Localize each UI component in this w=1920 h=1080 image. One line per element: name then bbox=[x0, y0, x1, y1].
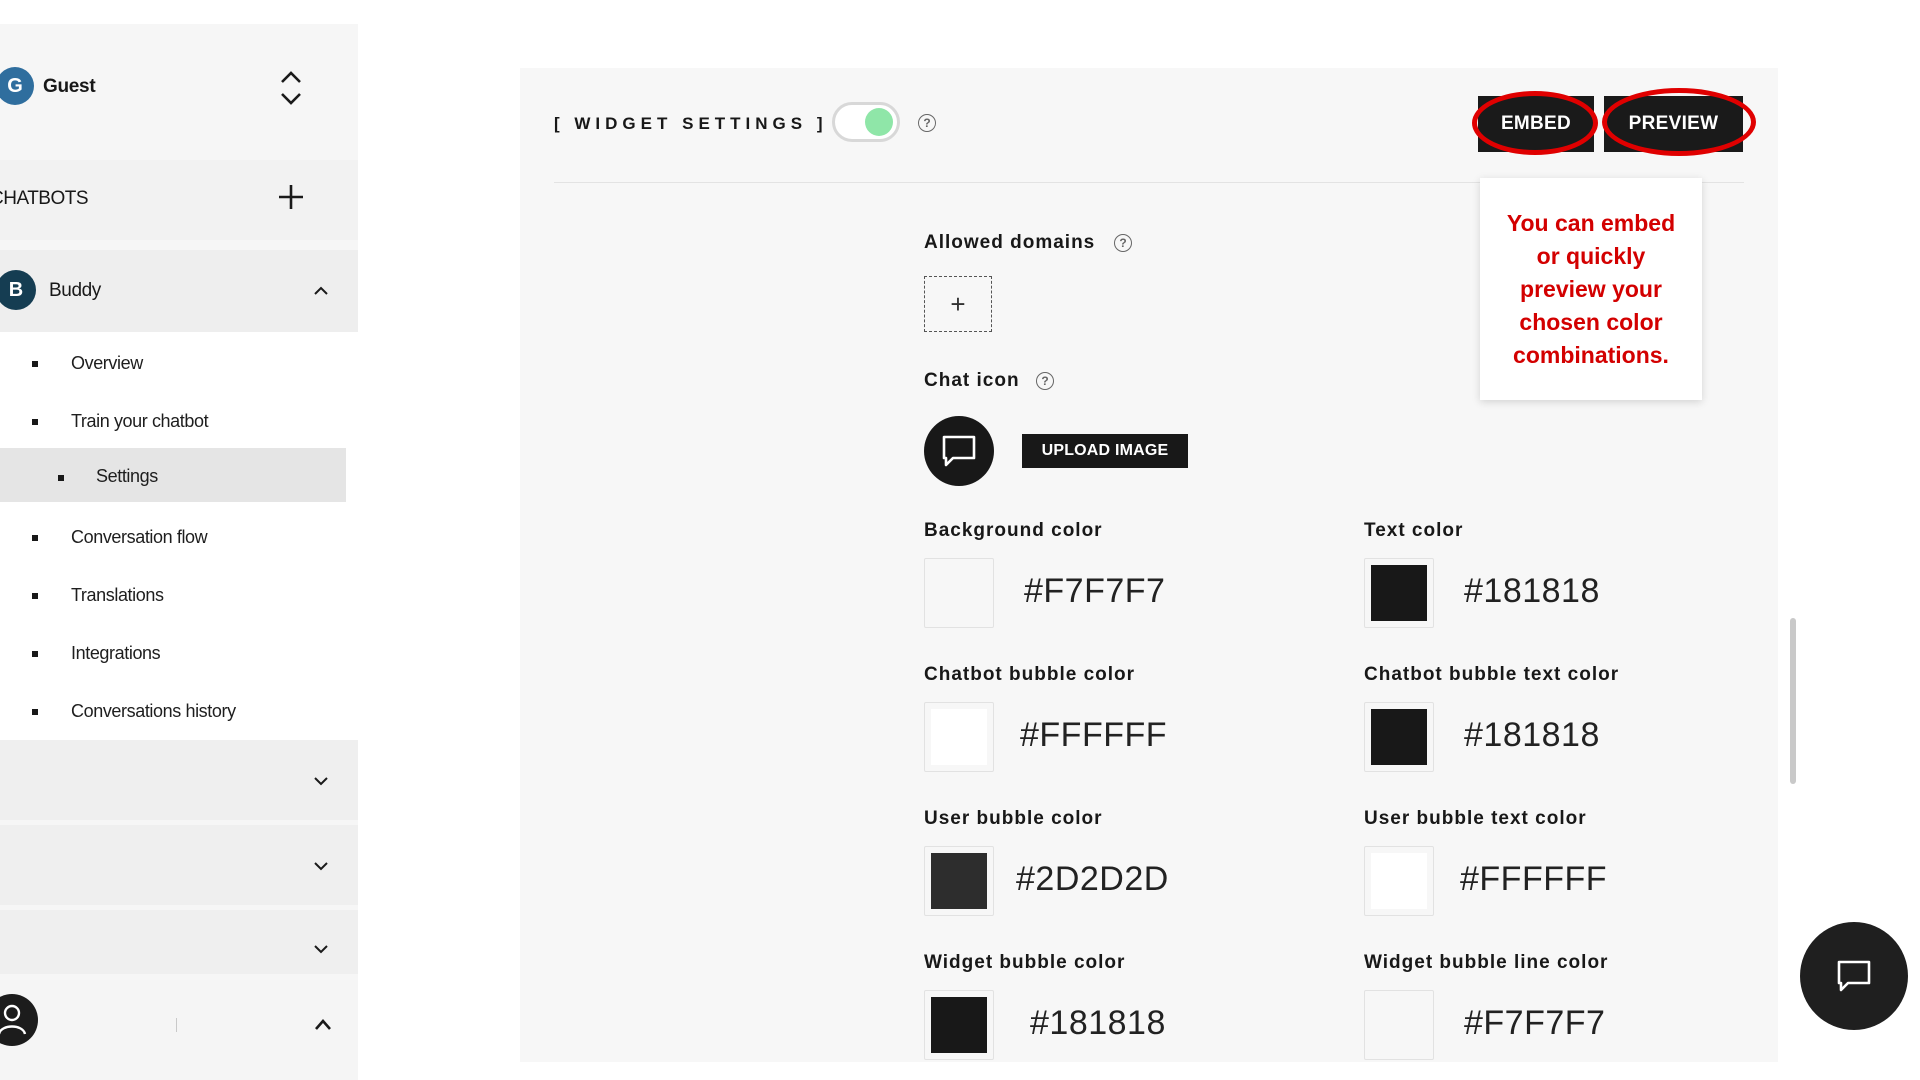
chat-icon-preview bbox=[924, 416, 994, 486]
bullet bbox=[32, 709, 38, 715]
help-icon[interactable]: ? bbox=[1114, 234, 1132, 252]
allowed-domains-label: Allowed domains bbox=[924, 232, 1096, 253]
widget-settings-panel: [ WIDGET SETTINGS ] ? EMBED PREVIEW You … bbox=[520, 68, 1778, 1062]
chevron-down-icon[interactable] bbox=[310, 855, 332, 877]
bullet bbox=[32, 361, 38, 367]
user-avatar[interactable] bbox=[0, 994, 38, 1046]
text-color-label: Text color bbox=[1364, 520, 1464, 541]
embed-button[interactable]: EMBED bbox=[1478, 96, 1594, 152]
chatbot-name: Buddy bbox=[49, 280, 101, 301]
chevron-down-icon[interactable] bbox=[310, 770, 332, 792]
bullet bbox=[32, 535, 38, 541]
bullet bbox=[32, 593, 38, 599]
swatch-fill bbox=[1371, 853, 1427, 909]
menu-item-integrations[interactable]: Integrations bbox=[0, 627, 358, 681]
person-icon bbox=[0, 1004, 27, 1035]
menu-item-label: Train your chatbot bbox=[71, 411, 209, 431]
chevron-up-icon[interactable] bbox=[312, 1014, 334, 1036]
swatch-fill bbox=[1371, 997, 1427, 1053]
chatbots-section-title: CHATBOTS bbox=[0, 188, 89, 209]
chevron-up-down-icon[interactable] bbox=[274, 68, 308, 108]
bullet bbox=[32, 651, 38, 657]
swatch-fill bbox=[931, 997, 987, 1053]
swatch-fill bbox=[931, 709, 987, 765]
upload-image-button[interactable]: UPLOAD IMAGE bbox=[1022, 434, 1188, 468]
menu-item-label: Translations bbox=[71, 585, 164, 605]
toggle-knob bbox=[865, 108, 893, 136]
guest-avatar: G bbox=[0, 67, 34, 105]
divider-tick bbox=[176, 1018, 177, 1032]
chatbot-bubble-color-swatch[interactable] bbox=[924, 702, 994, 772]
user-bubble-color-label: User bubble color bbox=[924, 808, 1103, 829]
menu-item-conversations-history[interactable]: Conversations history bbox=[0, 685, 358, 739]
chatbot-bubble-text-color-value[interactable]: #181818 bbox=[1464, 716, 1600, 755]
buddy-avatar: B bbox=[0, 270, 36, 310]
user-name: Guest bbox=[43, 76, 96, 97]
bullet bbox=[32, 419, 38, 425]
menu-item-conversation-flow[interactable]: Conversation flow bbox=[0, 511, 358, 565]
widget-enabled-toggle[interactable] bbox=[832, 102, 900, 142]
scrollbar-thumb[interactable] bbox=[1790, 618, 1796, 784]
collapsed-section-1[interactable] bbox=[0, 740, 358, 820]
account-switcher[interactable]: G Guest bbox=[0, 24, 358, 154]
swatch-fill bbox=[931, 565, 987, 621]
chevron-down-icon[interactable] bbox=[310, 938, 332, 960]
widget-bubble-line-color-value[interactable]: #F7F7F7 bbox=[1464, 1004, 1605, 1043]
user-bubble-text-color-swatch[interactable] bbox=[1364, 846, 1434, 916]
chatbot-bubble-color-value[interactable]: #FFFFFF bbox=[1020, 716, 1167, 755]
chatbot-item-buddy[interactable]: B Buddy bbox=[0, 250, 358, 332]
background-color-swatch[interactable] bbox=[924, 558, 994, 628]
menu-item-train[interactable]: Train your chatbot bbox=[0, 395, 358, 449]
user-bubble-text-color-value[interactable]: #FFFFFF bbox=[1460, 860, 1607, 899]
chatbot-bubble-text-color-label: Chatbot bubble text color bbox=[1364, 664, 1620, 685]
menu-item-label: Conversations history bbox=[71, 701, 236, 721]
preview-button[interactable]: PREVIEW bbox=[1604, 96, 1743, 152]
add-domain-button[interactable]: + bbox=[924, 276, 992, 332]
background-color-value[interactable]: #F7F7F7 bbox=[1024, 572, 1165, 611]
swatch-fill bbox=[1371, 709, 1427, 765]
widget-bubble-color-swatch[interactable] bbox=[924, 990, 994, 1060]
widget-bubble-color-label: Widget bubble color bbox=[924, 952, 1126, 973]
chatbot-bubble-color-label: Chatbot bubble color bbox=[924, 664, 1136, 685]
annotation-callout: You can embed or quickly preview your ch… bbox=[1480, 178, 1702, 400]
menu-item-label: Integrations bbox=[71, 643, 161, 663]
background-color-label: Background color bbox=[924, 520, 1103, 541]
chat-bubble-icon bbox=[942, 435, 976, 467]
chatbot-menu: Overview Train your chatbot Settings Con… bbox=[0, 332, 358, 766]
add-chatbot-icon[interactable] bbox=[276, 182, 306, 212]
swatch-fill bbox=[1371, 565, 1427, 621]
help-icon[interactable]: ? bbox=[918, 114, 936, 132]
text-color-value[interactable]: #181818 bbox=[1464, 572, 1600, 611]
chat-widget-launcher[interactable] bbox=[1800, 922, 1908, 1030]
panel-title: [ WIDGET SETTINGS ] bbox=[554, 114, 828, 133]
chatbots-section-header: CHATBOTS bbox=[0, 160, 358, 240]
user-bubble-color-swatch[interactable] bbox=[924, 846, 994, 916]
user-bubble-color-value[interactable]: #2D2D2D bbox=[1016, 860, 1169, 899]
user-bubble-text-color-label: User bubble text color bbox=[1364, 808, 1587, 829]
bullet bbox=[58, 475, 64, 481]
chevron-up-icon[interactable] bbox=[310, 280, 332, 302]
menu-item-label: Settings bbox=[96, 466, 158, 486]
menu-item-settings[interactable]: Settings bbox=[0, 448, 346, 502]
collapsed-section-2[interactable] bbox=[0, 825, 358, 905]
chat-bubble-icon bbox=[1837, 960, 1871, 992]
widget-bubble-line-color-swatch[interactable] bbox=[1364, 990, 1434, 1060]
menu-item-label: Overview bbox=[71, 353, 143, 373]
sidebar: G Guest CHATBOTS B Buddy Overview Train … bbox=[0, 24, 358, 1080]
profile-section[interactable] bbox=[0, 980, 358, 1080]
menu-item-translations[interactable]: Translations bbox=[0, 569, 358, 623]
menu-item-overview[interactable]: Overview bbox=[0, 337, 358, 391]
collapsed-section-3[interactable] bbox=[0, 910, 358, 974]
chat-icon-label: Chat icon bbox=[924, 370, 1020, 391]
help-icon[interactable]: ? bbox=[1036, 372, 1054, 390]
widget-bubble-line-color-label: Widget bubble line color bbox=[1364, 952, 1609, 973]
annotation-text: You can embed or quickly preview your ch… bbox=[1506, 209, 1676, 368]
text-color-swatch[interactable] bbox=[1364, 558, 1434, 628]
menu-item-label: Conversation flow bbox=[71, 527, 208, 547]
swatch-fill bbox=[931, 853, 987, 909]
widget-bubble-color-value[interactable]: #181818 bbox=[1030, 1004, 1166, 1043]
chatbot-bubble-text-color-swatch[interactable] bbox=[1364, 702, 1434, 772]
